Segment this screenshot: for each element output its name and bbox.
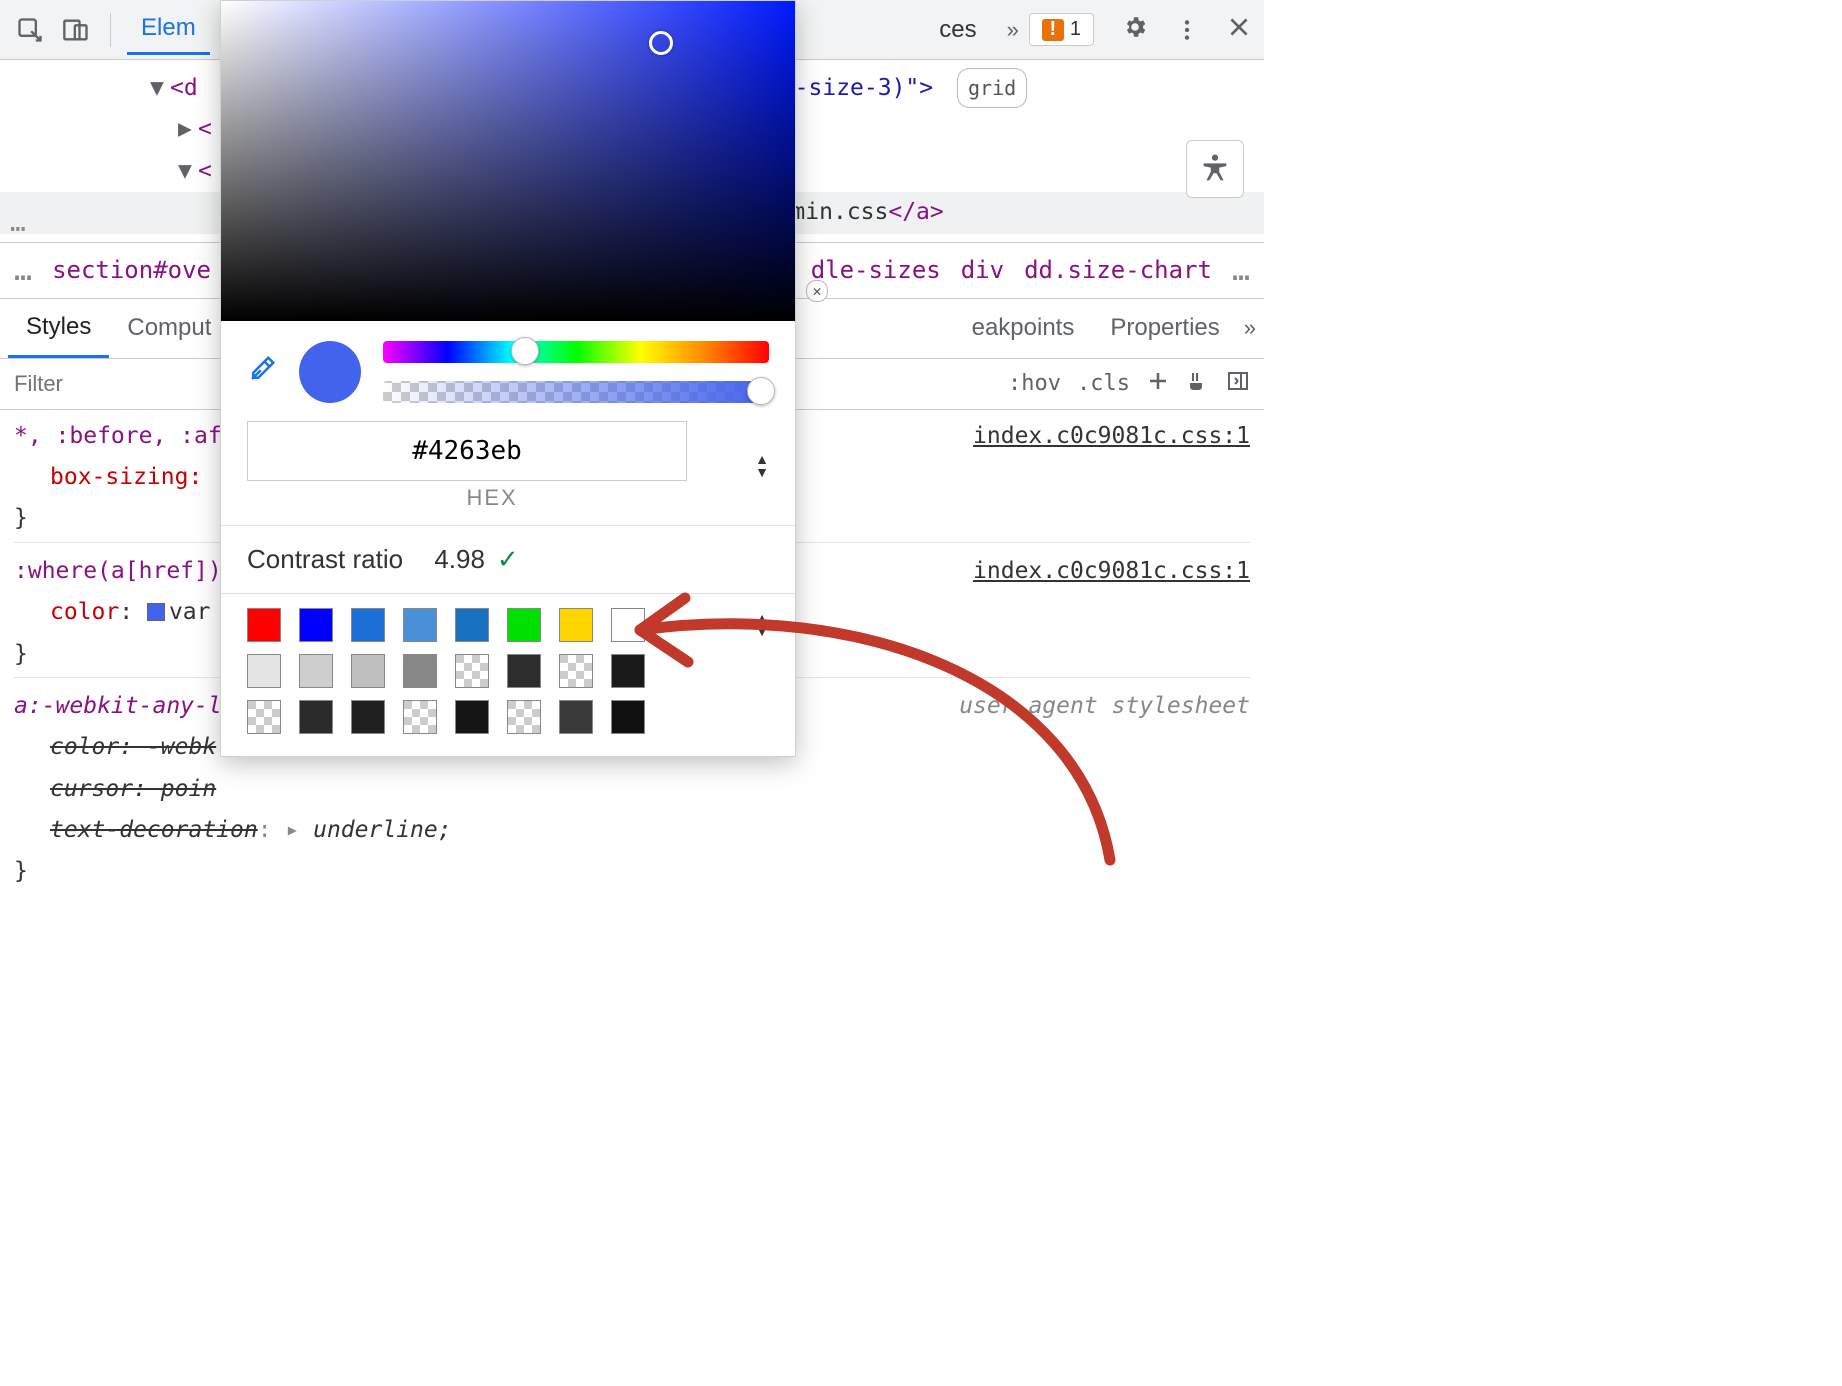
warning-count: 1 xyxy=(1070,18,1081,41)
kebab-menu-icon[interactable] xyxy=(1174,17,1200,43)
device-mode-icon[interactable] xyxy=(58,12,94,48)
css-property-value[interactable]: underline; xyxy=(313,817,451,843)
rule-origin-link[interactable]: index.c0c9081c.css:1 xyxy=(973,551,1250,592)
tag-close: </a> xyxy=(888,199,943,225)
dismiss-chip-icon[interactable]: ✕ xyxy=(806,280,828,302)
issues-warning-badge[interactable]: ! 1 xyxy=(1029,13,1094,46)
breadcrumb-item[interactable]: section#ove xyxy=(52,256,211,284)
color-mode-switch-icon[interactable]: ▲▼ xyxy=(755,453,769,478)
chevron-right-more-tabs-icon[interactable]: » xyxy=(1007,17,1019,43)
accessibility-pane-icon[interactable] xyxy=(1186,140,1244,198)
selector: *, :before, :af xyxy=(14,423,222,449)
color-picker-popover: HEX ▲▼ Contrast ratio 4.98 ✓ ▲▼ xyxy=(220,0,796,757)
toggle-sidebar-icon[interactable] xyxy=(1226,369,1250,399)
subtab-computed[interactable]: Comput xyxy=(109,300,229,356)
eyedropper-icon[interactable] xyxy=(247,354,277,390)
palette-swatch[interactable] xyxy=(351,700,385,734)
palette-swatch[interactable] xyxy=(507,654,541,688)
palette-swatch[interactable] xyxy=(507,608,541,642)
warning-icon: ! xyxy=(1042,19,1064,41)
new-style-rule-icon[interactable] xyxy=(1146,369,1170,399)
breadcrumb-item[interactable]: div xyxy=(961,256,1004,284)
palette-swatch[interactable] xyxy=(455,608,489,642)
palette-swatch[interactable] xyxy=(611,608,645,642)
subtab-styles[interactable]: Styles xyxy=(8,299,109,358)
tag-start: <d xyxy=(170,75,198,101)
expand-toggle-icon[interactable]: ▶ xyxy=(178,109,198,150)
css-property-name[interactable]: box-sizing: xyxy=(50,464,202,490)
tab-elements[interactable]: Elem xyxy=(127,4,210,55)
expand-toggle-icon[interactable]: ▼ xyxy=(178,151,198,192)
palette-switch-icon[interactable]: ▲▼ xyxy=(755,612,769,637)
cls-button[interactable]: .cls xyxy=(1077,371,1130,396)
palette-swatch[interactable] xyxy=(247,608,281,642)
rule-origin-link[interactable]: index.c0c9081c.css:1 xyxy=(973,416,1250,457)
rule-origin-ua: user agent stylesheet xyxy=(959,686,1250,727)
palette-swatch[interactable] xyxy=(559,608,593,642)
palette-swatch[interactable] xyxy=(507,700,541,734)
check-icon: ✓ xyxy=(497,544,519,575)
palette-swatch[interactable] xyxy=(299,608,333,642)
palette-swatch[interactable] xyxy=(247,700,281,734)
chevron-right-more-subtabs-icon[interactable]: » xyxy=(1244,315,1256,341)
hex-input[interactable] xyxy=(247,421,687,481)
palette-swatch[interactable] xyxy=(611,654,645,688)
inspect-element-icon[interactable] xyxy=(12,12,48,48)
subtab-breakpoints[interactable]: eakpoints xyxy=(954,300,1093,356)
palette-swatch[interactable] xyxy=(611,700,645,734)
toolbar-end xyxy=(1122,14,1252,46)
alpha-slider[interactable] xyxy=(383,381,769,403)
tab-right-partial[interactable]: ces xyxy=(939,6,990,54)
close-devtools-icon[interactable] xyxy=(1226,14,1252,46)
selector: a:-webkit-any-l xyxy=(14,693,222,719)
current-color-preview xyxy=(299,341,361,403)
overridden-property[interactable]: text-decoration xyxy=(50,817,258,843)
palette-swatch[interactable] xyxy=(455,654,489,688)
collapsed-ancestors-ellipsis[interactable]: ⋯ xyxy=(10,206,26,253)
css-property-name[interactable]: color xyxy=(50,599,119,625)
palette-swatch[interactable] xyxy=(247,654,281,688)
hov-button[interactable]: :hov xyxy=(1008,371,1061,396)
palette-swatch[interactable] xyxy=(403,654,437,688)
palette-swatches: ▲▼ xyxy=(221,594,795,756)
breadcrumb-ellipsis-right[interactable]: … xyxy=(1232,253,1250,288)
sv-handle[interactable] xyxy=(649,31,673,55)
palette-swatch[interactable] xyxy=(351,608,385,642)
color-mode-label: HEX xyxy=(247,485,737,511)
tag-start: < xyxy=(198,116,212,142)
saturation-value-field[interactable] xyxy=(221,1,795,321)
paint-brush-icon[interactable] xyxy=(1186,369,1210,399)
palette-swatch[interactable] xyxy=(559,654,593,688)
styles-toolbar-right: :hov .cls xyxy=(1008,369,1264,399)
contrast-ratio-row[interactable]: Contrast ratio 4.98 ✓ xyxy=(221,526,795,593)
contrast-label: Contrast ratio xyxy=(247,544,403,575)
expand-toggle-icon[interactable]: ▼ xyxy=(150,68,170,109)
palette-swatch[interactable] xyxy=(455,700,489,734)
palette-swatch[interactable] xyxy=(299,654,333,688)
breadcrumb-item[interactable]: dle-sizes xyxy=(811,256,941,284)
hue-slider[interactable] xyxy=(383,341,769,363)
css-property-value[interactable]: var xyxy=(169,599,211,625)
contrast-value: 4.98 xyxy=(434,544,485,575)
color-swatch-icon[interactable] xyxy=(147,603,165,621)
grid-overlay-chip[interactable]: grid xyxy=(957,68,1027,108)
subtab-properties[interactable]: Properties xyxy=(1092,300,1237,356)
selector: :where(a[href]) xyxy=(14,558,222,584)
palette-swatch[interactable] xyxy=(351,654,385,688)
settings-gear-icon[interactable] xyxy=(1122,14,1148,46)
breadcrumb-item[interactable]: dd.size-chart xyxy=(1024,256,1212,284)
palette-swatch[interactable] xyxy=(403,608,437,642)
separator xyxy=(110,13,111,47)
overridden-property[interactable]: cursor: poin xyxy=(14,769,1250,810)
palette-swatch[interactable] xyxy=(299,700,333,734)
palette-swatch[interactable] xyxy=(403,700,437,734)
breadcrumb-ellipsis-left[interactable]: … xyxy=(14,253,32,288)
palette-swatch[interactable] xyxy=(559,700,593,734)
tag-start: < xyxy=(198,158,212,184)
